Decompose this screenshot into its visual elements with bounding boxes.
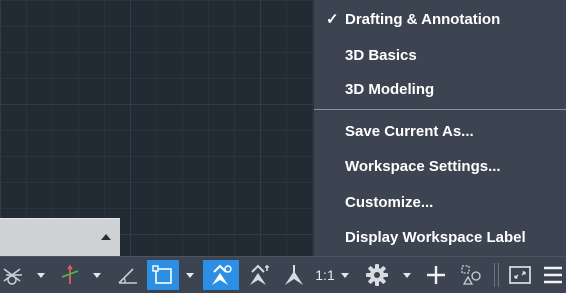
viewport-panel[interactable] (0, 218, 120, 257)
clean-screen-icon[interactable] (506, 257, 534, 293)
menu-item-display-workspace-label[interactable]: Display Workspace Label (314, 221, 566, 255)
annotation-scale-value[interactable]: 1:1 (312, 257, 338, 293)
annotation-visibility-icon[interactable] (203, 260, 239, 290)
selection-cycling-dropdown-icon[interactable] (183, 257, 197, 293)
status-bar-separator (494, 263, 495, 287)
annotation-scale-icon[interactable] (280, 257, 308, 293)
dynamic-ucs-dropdown-icon[interactable] (90, 257, 104, 293)
workspace-dropdown-icon[interactable] (400, 257, 414, 293)
menu-item-label: Display Workspace Label (345, 229, 526, 246)
menu-separator (314, 109, 566, 110)
menu-item-label: 3D Modeling (345, 81, 435, 98)
menu-item-workspace-settings[interactable]: Workspace Settings... (314, 150, 566, 184)
expand-up-arrow-icon[interactable] (101, 234, 111, 240)
dynamic-ucs-icon[interactable] (56, 257, 84, 293)
menu-item-save-current-as[interactable]: Save Current As... (314, 115, 566, 149)
menu-item-drafting-annotation[interactable]: ✓ Drafting & Annotation (314, 3, 566, 37)
menu-item-label: Workspace Settings... (345, 158, 501, 175)
isodraft-icon[interactable] (0, 257, 28, 293)
workspace-gear-icon[interactable] (362, 257, 392, 293)
menu-item-label: Customize... (345, 194, 434, 211)
units-icon[interactable] (458, 257, 484, 293)
menu-item-3d-modeling[interactable]: 3D Modeling (314, 73, 566, 107)
status-bar-separator (498, 263, 499, 287)
menu-item-label: 3D Basics (345, 47, 417, 64)
menu-item-label: Drafting & Annotation (345, 11, 501, 28)
menu-item-label: Save Current As... (345, 123, 474, 140)
annotation-monitor-icon[interactable] (422, 257, 450, 293)
auto-scale-icon[interactable] (244, 257, 274, 293)
menu-icon[interactable] (540, 257, 566, 293)
status-bar: 1:1 (0, 256, 566, 293)
workspace-switching-menu: ✓ Drafting & Annotation 3D Basics 3D Mod… (314, 0, 566, 256)
menu-item-customize[interactable]: Customize... (314, 186, 566, 220)
angle-icon[interactable] (114, 257, 142, 293)
menu-item-3d-basics[interactable]: 3D Basics (314, 39, 566, 73)
annotation-scale-dropdown-icon[interactable] (339, 257, 351, 293)
selection-cycling-icon[interactable] (147, 260, 179, 290)
isodraft-dropdown-icon[interactable] (34, 257, 48, 293)
checkmark-icon: ✓ (326, 11, 339, 28)
